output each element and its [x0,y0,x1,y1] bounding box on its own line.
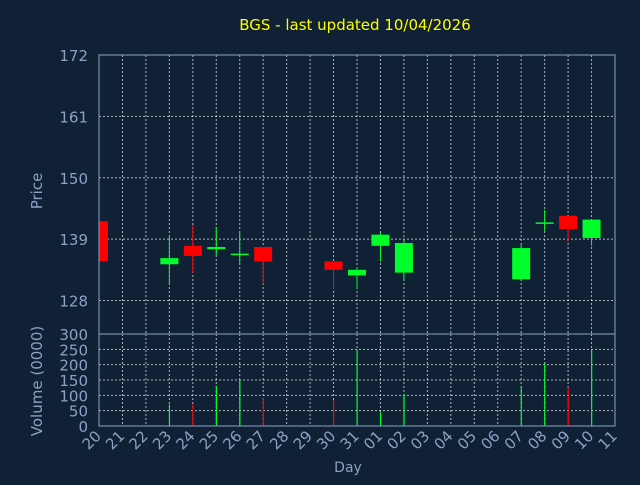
candle-body [371,234,390,246]
volume-bar-24 [192,404,194,426]
price-tick-label: 161 [59,108,88,126]
candles [98,210,601,290]
volume-bar-26 [239,380,241,426]
candle-31 [348,267,366,290]
candle-body [559,215,578,230]
x-tick-label: 10 [571,427,597,453]
x-tick-label: 01 [360,427,386,453]
volume-bar-31 [356,349,358,426]
volume-axis-label: Volume (0000) [28,326,46,436]
candlestick-chart: BGS - last updated 10/04/2026 Price Volu… [28,16,621,476]
volume-bar-08 [544,363,546,426]
x-tick-label: 24 [172,427,198,453]
volume-bar-07 [520,386,522,426]
volume-bar-10 [591,349,593,426]
price-grid [99,55,615,334]
price-tick-label: 172 [59,47,88,65]
candle-body [160,258,179,265]
x-tick-label: 23 [149,427,175,453]
candle-25 [207,226,226,256]
price-tick-label: 150 [59,170,88,188]
candle-body [394,243,413,273]
price-axis-label: Price [28,173,46,210]
volume-bar-02 [403,393,405,426]
x-tick-labels: 2021222324252627282930310102030405060708… [79,427,621,453]
candle-23 [160,236,179,284]
x-tick-label: 31 [337,427,363,453]
price-tick-label: 139 [59,231,88,249]
candle-body [230,253,249,256]
volume-bar-25 [215,386,217,426]
chart-canvas: BGS - last updated 10/04/2026 Price Volu… [0,0,640,480]
candle-07 [512,244,531,281]
volume-bar-30 [333,399,335,426]
x-tick-label: 03 [407,427,433,453]
chart-title: BGS - last updated 10/04/2026 [239,16,471,34]
x-tick-label: 26 [219,427,245,453]
volume-bar-23 [168,404,171,426]
x-tick-label: 28 [266,427,292,453]
x-tick-label: 29 [290,427,316,453]
x-tick-label: 02 [384,427,410,453]
x-tick-label: 04 [430,427,456,453]
x-tick-label: 30 [313,427,339,453]
x-tick-label: 06 [477,427,503,453]
candle-20 [98,221,108,262]
candle-30 [324,261,343,290]
volume-tick-labels: 300250200150100500 [59,326,88,436]
x-axis-label: Day [334,460,362,476]
x-tick-label: 25 [196,427,222,453]
x-tick-label: 27 [243,427,269,453]
candle-08 [535,210,554,231]
candle-02 [394,239,413,281]
price-tick-label: 128 [59,293,88,311]
candle-24 [183,225,202,273]
x-tick-label: 11 [595,427,621,453]
candle-09 [559,215,578,242]
candle-body [348,269,366,276]
candle-01 [371,232,390,262]
price-tick-labels: 172 161 150 139 128 [59,47,88,311]
x-tick-label: 21 [102,427,128,453]
x-tick-label: 09 [548,427,574,453]
candle-body [207,246,226,250]
candle-27 [254,246,273,284]
candle-body [582,219,601,239]
x-tick-label: 05 [454,427,480,453]
candle-body [183,245,202,256]
x-tick-label: 22 [126,427,152,453]
candle-body [254,246,273,262]
x-tick-label: 08 [524,427,550,453]
volume-bar-01 [379,412,382,426]
candle-body [324,261,343,270]
x-tick-label: 07 [501,427,527,453]
volume-bar-27 [262,398,264,426]
candle-body [535,222,554,224]
volume-bar-09 [567,387,569,426]
candle-body [512,248,531,280]
candle-26 [230,231,249,265]
candle-body [99,221,108,262]
candle-10 [582,219,601,246]
